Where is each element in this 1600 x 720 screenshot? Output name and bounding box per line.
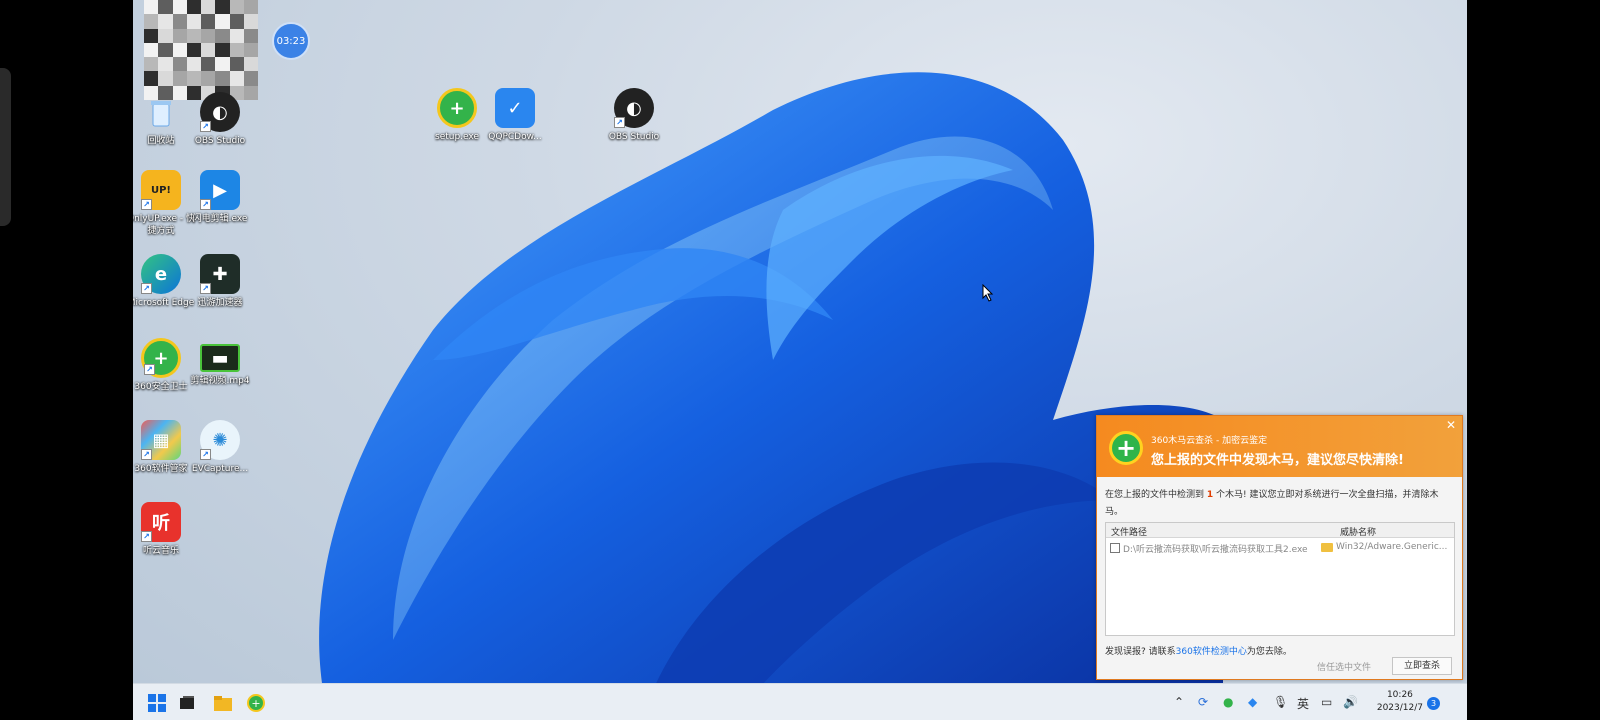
- popup-description: 在您上报的文件中检测到 1 个木马! 建议您立即对系统进行一次全盘扫描，并清除木…: [1105, 490, 1439, 517]
- blur-pixel: [243, 57, 258, 72]
- obs-studio-icon[interactable]: ◐ ↗ OBS Studio: [184, 92, 256, 147]
- blur-pixel: [229, 42, 244, 58]
- 360-tray-icon[interactable]: ●: [1223, 695, 1233, 709]
- blur-pixel: [186, 57, 201, 72]
- task-view-icon[interactable]: [177, 693, 197, 713]
- taskbar: + ⌃ ⟳ ● ◆ 🎙 英 ▭ 🔊 10:26 2023/12/7 3: [133, 683, 1467, 720]
- blur-pixel: [229, 0, 244, 15]
- chevron-up-icon[interactable]: ⌃: [1174, 695, 1184, 709]
- popup-footer-note: 发现误报? 请联系360软件检测中心为您去除。: [1105, 647, 1292, 657]
- blurred-overlay: [144, 0, 258, 100]
- blur-pixel: [243, 71, 258, 86]
- video-editor-icon[interactable]: ▶ ↗ 闪电剪辑.exe: [184, 170, 256, 225]
- threat-table: 文件路径 威胁名称 D:\听云撒流码获取\听云撒流码获取工具2.exe Win3…: [1105, 522, 1455, 636]
- blur-pixel: [158, 0, 173, 15]
- windows-start-icon[interactable]: [147, 693, 167, 713]
- column-threat: 威胁名称: [1340, 528, 1377, 538]
- windows-desktop: 03:23 回收站 ◐ ↗ OBS Studio + setup.exe ✓ QQ…: [133, 0, 1467, 720]
- blur-pixel: [158, 14, 173, 29]
- qqpc-download-icon[interactable]: ✓ QQPCDow...: [479, 88, 551, 143]
- popup-title: 您上报的文件中发现木马，建议您尽快清除!: [1151, 453, 1404, 468]
- blur-pixel: [172, 14, 187, 29]
- blur-pixel: [158, 71, 173, 86]
- evcapture-icon[interactable]: ✺ ↗ EVCapture...: [184, 420, 256, 475]
- blur-pixel: [243, 14, 258, 29]
- shield-icon[interactable]: ◆: [1248, 695, 1257, 709]
- trojan-alert-popup: + 360木马云查杀 - 加密云鉴定 您上报的文件中发现木马，建议您尽快清除! …: [1096, 415, 1463, 680]
- screen-recording: 03:23 回收站 ◐ ↗ OBS Studio + setup.exe ✓ QQ…: [0, 0, 1600, 720]
- blur-pixel: [201, 0, 216, 15]
- blur-pixel: [229, 71, 244, 86]
- input-method[interactable]: 英: [1297, 695, 1309, 712]
- microphone-icon[interactable]: 🎙: [1273, 695, 1288, 709]
- blur-pixel: [186, 0, 201, 15]
- blur-pixel: [144, 57, 159, 72]
- blur-pixel: [229, 14, 244, 29]
- blur-pixel: [243, 42, 258, 58]
- blur-pixel: [243, 0, 258, 15]
- blur-pixel: [144, 71, 159, 86]
- blur-pixel: [186, 28, 201, 43]
- blur-pixel: [172, 42, 187, 58]
- table-row[interactable]: D:\听云撒流码获取\听云撒流码获取工具2.exe Win32/Adware.G…: [1106, 538, 1454, 556]
- detection-center-link[interactable]: 360软件检测中心: [1176, 647, 1247, 657]
- column-path: 文件路径: [1111, 528, 1148, 538]
- blur-pixel: [172, 0, 187, 15]
- 360-logo-icon: +: [1109, 431, 1143, 465]
- blur-pixel: [215, 57, 230, 72]
- file-explorer-icon[interactable]: [213, 693, 233, 713]
- close-icon[interactable]: ✕: [1446, 418, 1456, 432]
- blur-pixel: [201, 14, 216, 29]
- blur-pixel: [215, 28, 230, 43]
- side-panel-handle[interactable]: [0, 68, 11, 226]
- recording-timer[interactable]: 03:23: [272, 22, 310, 60]
- blur-pixel: [215, 71, 230, 86]
- table-header: 文件路径 威胁名称: [1106, 523, 1454, 538]
- popup-subtitle: 360木马云查杀 - 加密云鉴定: [1151, 436, 1268, 446]
- blur-pixel: [186, 42, 201, 58]
- blur-pixel: [144, 42, 159, 58]
- scan-now-button[interactable]: 立即查杀: [1392, 657, 1452, 675]
- volume-icon[interactable]: 🔊: [1343, 695, 1358, 709]
- blur-pixel: [215, 42, 230, 58]
- blur-pixel: [186, 71, 201, 86]
- accelerator-icon[interactable]: ✚ ↗ 迅游加速器: [184, 254, 256, 309]
- blur-pixel: [158, 42, 173, 58]
- sync-icon[interactable]: ⟳: [1198, 695, 1208, 709]
- popup-header: + 360木马云查杀 - 加密云鉴定 您上报的文件中发现木马，建议您尽快清除! …: [1097, 416, 1462, 477]
- mouse-cursor-icon: [982, 284, 994, 302]
- blur-pixel: [172, 71, 187, 86]
- blur-pixel: [186, 14, 201, 29]
- blur-pixel: [201, 28, 216, 43]
- video-file-icon[interactable]: ▬ 剪辑视频.mp4: [184, 338, 256, 387]
- blur-pixel: [243, 28, 258, 43]
- blur-pixel: [144, 14, 159, 29]
- threat-name: Win32/Adware.Generic...: [1336, 542, 1448, 552]
- blur-pixel: [215, 14, 230, 29]
- notification-badge[interactable]: 3: [1427, 697, 1440, 710]
- trust-file-button[interactable]: 信任选中文件: [1317, 660, 1371, 673]
- blur-pixel: [201, 42, 216, 58]
- row-checkbox[interactable]: [1110, 543, 1120, 553]
- blur-pixel: [229, 28, 244, 43]
- network-icon[interactable]: ▭: [1321, 695, 1332, 709]
- blur-pixel: [201, 71, 216, 86]
- svg-text:+: +: [251, 697, 260, 710]
- system-clock[interactable]: 10:26 2023/12/7: [1377, 689, 1423, 715]
- blur-pixel: [201, 57, 216, 72]
- blur-pixel: [144, 0, 159, 15]
- blur-pixel: [158, 28, 173, 43]
- tingyun-music-icon[interactable]: 听 ↗ 听云音乐: [133, 502, 197, 557]
- blur-pixel: [172, 57, 187, 72]
- blur-pixel: [158, 57, 173, 72]
- blur-pixel: [172, 28, 187, 43]
- file-path: D:\听云撒流码获取\听云撒流码获取工具2.exe: [1123, 545, 1308, 555]
- obs-studio-icon[interactable]: ◐ ↗ OBS Studio: [598, 88, 670, 143]
- folder-icon[interactable]: [1321, 543, 1333, 552]
- 360-safe-taskbar-icon[interactable]: +: [246, 693, 266, 713]
- blur-pixel: [215, 0, 230, 15]
- blur-pixel: [229, 57, 244, 72]
- blur-pixel: [144, 28, 159, 43]
